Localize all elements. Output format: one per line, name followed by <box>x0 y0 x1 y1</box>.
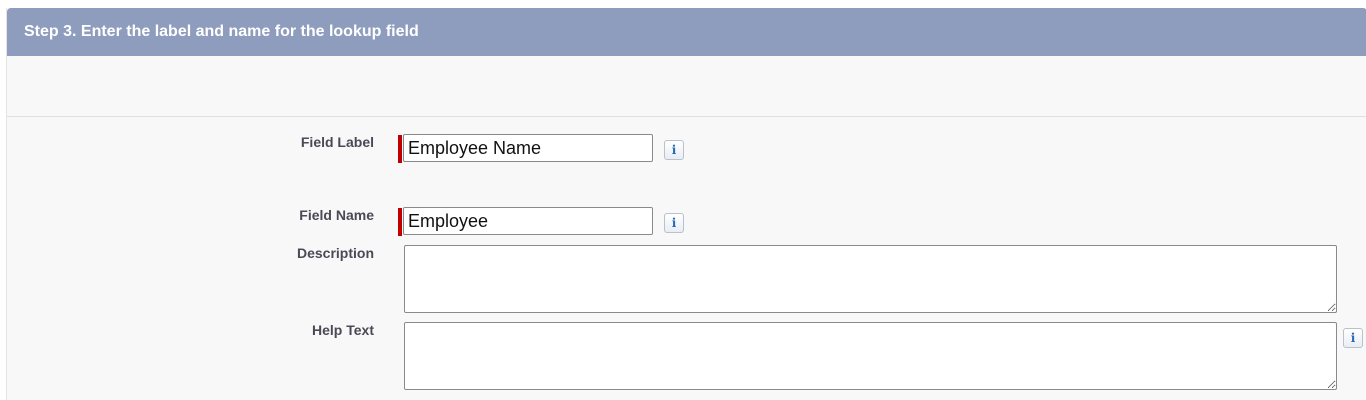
help-text-label: Help Text <box>312 322 374 338</box>
field-name-input[interactable] <box>403 207 653 235</box>
required-indicator <box>398 135 402 163</box>
required-indicator <box>398 208 402 236</box>
help-text-textarea[interactable] <box>404 322 1337 390</box>
section-title: Step 3. Enter the label and name for the… <box>24 23 419 40</box>
info-icon[interactable]: i <box>1343 328 1363 348</box>
info-icon[interactable]: i <box>664 140 684 160</box>
info-glyph: i <box>671 216 677 230</box>
info-glyph: i <box>1350 331 1356 345</box>
section-header: Step 3. Enter the label and name for the… <box>7 8 1366 56</box>
info-glyph: i <box>671 143 677 157</box>
info-icon[interactable]: i <box>664 213 684 233</box>
field-label-label: Field Label <box>300 134 374 150</box>
field-label-input[interactable] <box>403 134 653 162</box>
field-name-label: Field Name <box>299 207 374 223</box>
description-label: Description <box>296 245 374 261</box>
section-divider <box>7 116 1366 117</box>
description-textarea[interactable] <box>404 245 1337 313</box>
